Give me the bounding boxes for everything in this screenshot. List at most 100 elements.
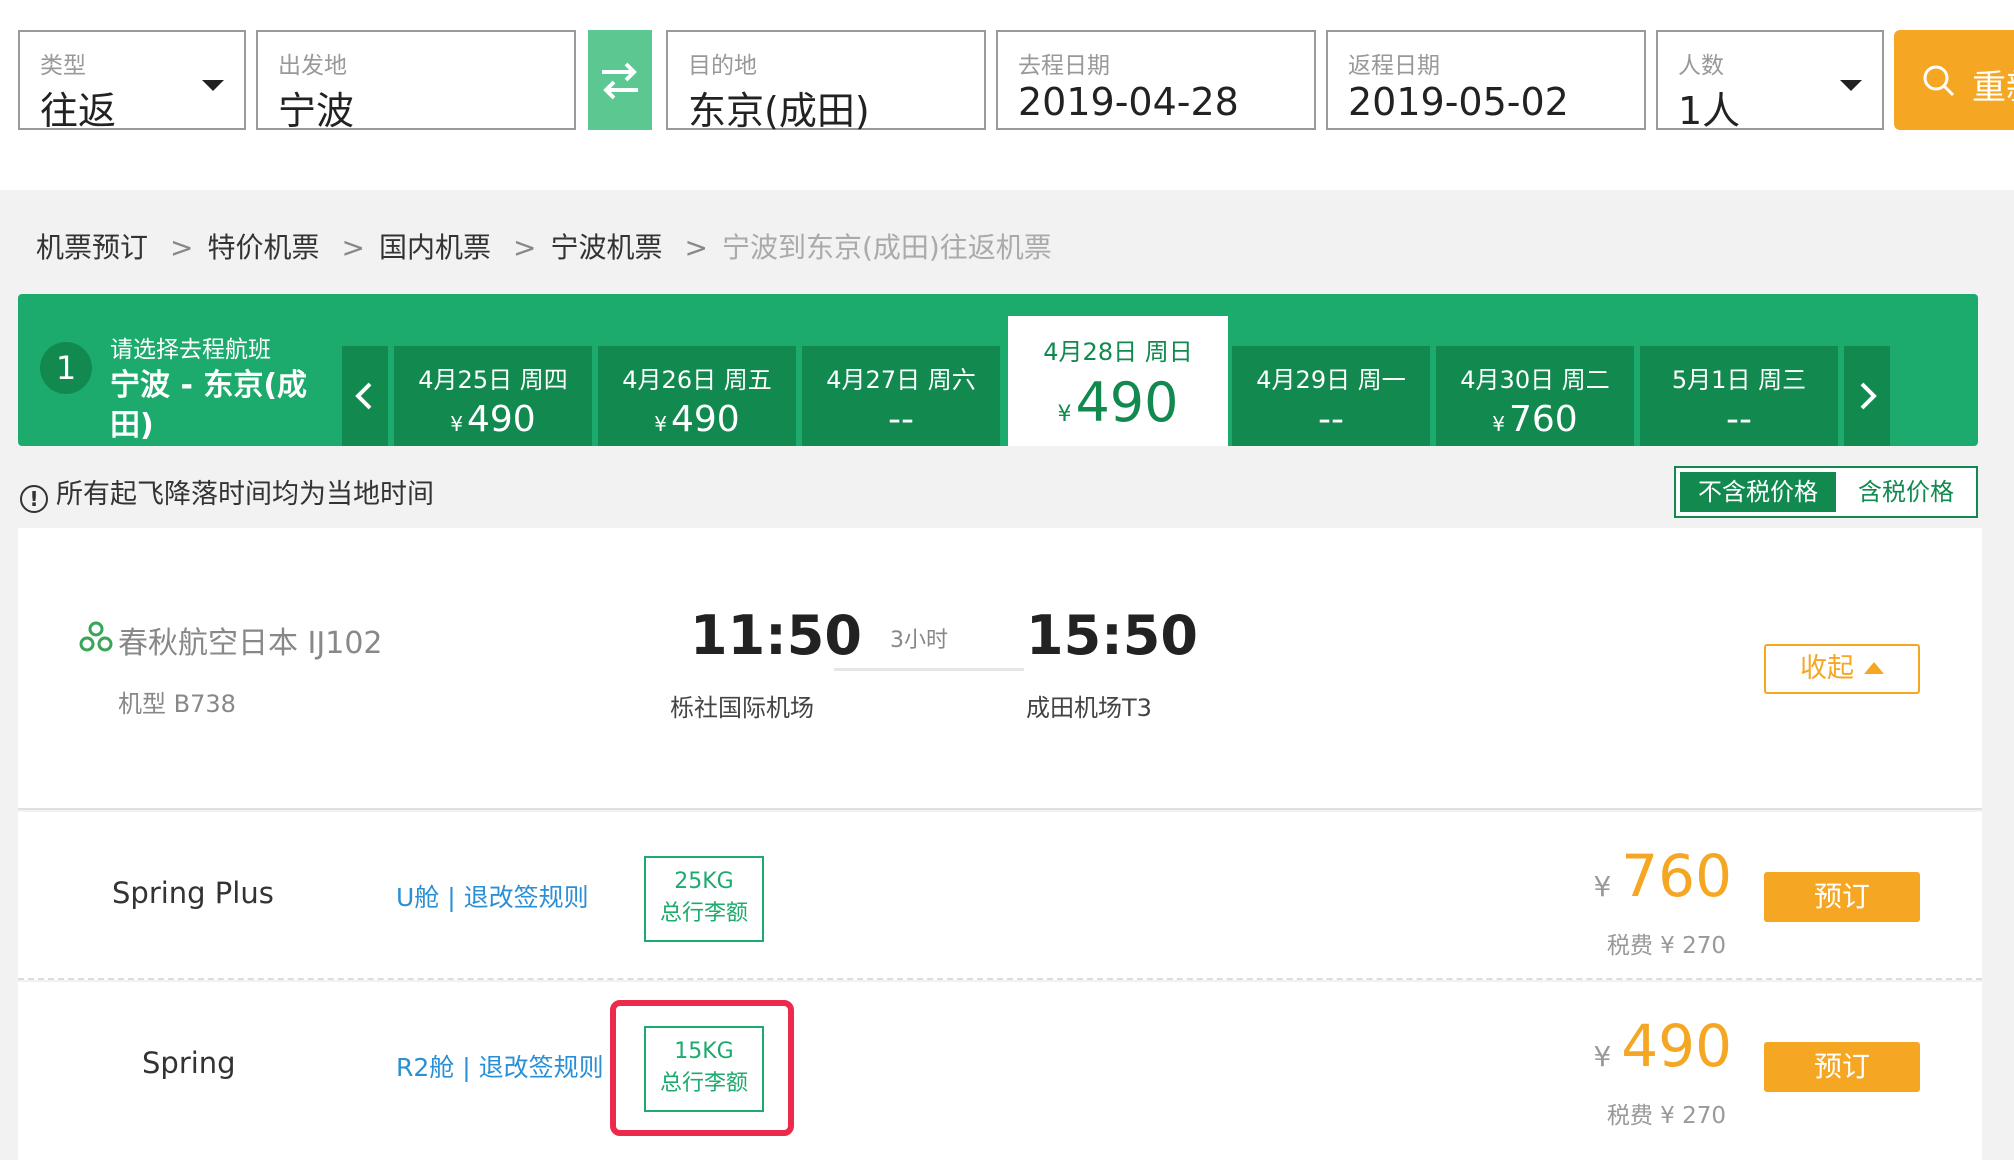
fare-price-value: 490 (1621, 1012, 1732, 1080)
origin-value: 宁波 (278, 89, 355, 133)
origin-label: 出发地 (278, 53, 347, 79)
fare-name: Spring (142, 1046, 236, 1080)
book-button[interactable]: 预订 (1764, 1042, 1920, 1092)
return-date-field[interactable]: 返程日期 2019-05-02 (1326, 30, 1646, 130)
swap-cities-button[interactable] (588, 30, 652, 130)
date-tab-price: 760 (1509, 399, 1578, 440)
flight-card: 春秋航空日本 IJ102 机型 B738 11:50 栎社国际机场 3小时 15… (18, 528, 1982, 810)
date-tab-date: 4月26日 周五 (622, 366, 772, 394)
fare-price: ¥490 (1593, 1012, 1732, 1080)
book-button[interactable]: 预订 (1764, 872, 1920, 922)
breadcrumb-current: 宁波到东京(成田)往返机票 (721, 231, 1052, 264)
passenger-value: 1人 (1678, 89, 1741, 133)
currency-symbol: ¥ (1593, 1040, 1612, 1073)
search-icon (1923, 65, 1955, 97)
next-dates-button[interactable] (1844, 346, 1890, 446)
step-number: 1 (40, 342, 92, 394)
baggage-weight: 25KG (674, 869, 734, 894)
date-tab-price: -- (1318, 399, 1344, 440)
fare-price-value: 760 (1621, 842, 1732, 910)
research-button[interactable]: 重新 (1894, 30, 2014, 130)
duration-arrow (834, 668, 1024, 671)
date-tab-0427[interactable]: 4月27日 周六 -- (802, 346, 1000, 446)
date-tab-price: -- (888, 399, 914, 440)
breadcrumb-separator: > (684, 231, 708, 264)
chevron-down-icon (1840, 80, 1862, 91)
notice-text: 所有起飞降落时间均为当地时间 (56, 479, 434, 510)
breadcrumb: 机票预订 > 特价机票 > 国内机票 > 宁波机票 > 宁波到东京(成田)往返机票 (36, 226, 1052, 266)
trip-type-value: 往返 (40, 89, 117, 133)
prev-dates-button[interactable] (342, 346, 388, 446)
date-tab-date: 4月30日 周二 (1460, 366, 1610, 394)
trip-type-select[interactable]: 类型 往返 (18, 30, 246, 133)
date-tab-date: 4月28日 周日 (1043, 338, 1193, 366)
collapse-button[interactable]: 收起 (1764, 644, 1920, 694)
flight-duration: 3小时 (890, 628, 948, 653)
date-tab-price: 490 (467, 399, 536, 440)
trip-type-label: 类型 (40, 53, 86, 79)
fare-tax: 税费 ¥ 270 (1606, 1103, 1726, 1129)
breadcrumb-item[interactable]: 宁波机票 (550, 226, 662, 266)
depart-date-field[interactable]: 去程日期 2019-04-28 (996, 30, 1316, 130)
breadcrumb-separator: > (512, 231, 537, 264)
return-date-value: 2019-05-02 (1348, 80, 1569, 124)
date-tab-0426[interactable]: 4月26日 周五 ¥490 (598, 346, 796, 446)
passenger-select[interactable]: 人数 1人 (1656, 30, 1884, 133)
departure-time: 11:50 (690, 604, 862, 667)
date-tab-date: 5月1日 周三 (1671, 366, 1807, 394)
date-selector: 1 请选择去程航班 宁波 - 东京(成田) 4月25日 周四 ¥490 4月26… (18, 294, 1978, 446)
baggage-allowance-badge: 25KG 总行李额 (644, 856, 764, 942)
route-title: 宁波 - 东京(成田) (110, 368, 308, 443)
arrival-time: 15:50 (1026, 604, 1198, 667)
tax-price-toggle: 不含税价格 含税价格 (1674, 466, 1978, 518)
aircraft-type: 机型 B738 (118, 690, 236, 718)
departure-airport: 栎社国际机场 (670, 694, 814, 722)
breadcrumb-item[interactable]: 机票预订 (36, 226, 148, 266)
currency-symbol: ¥ (1057, 402, 1072, 427)
date-tab-0428-selected[interactable]: 4月28日 周日 ¥490 (1008, 316, 1228, 446)
step-title: 请选择去程航班 (110, 337, 271, 363)
chevron-right-icon (1860, 382, 1877, 410)
origin-field[interactable]: 出发地 宁波 (256, 30, 576, 133)
destination-field[interactable]: 目的地 东京(成田) (666, 30, 986, 133)
exclude-tax-option[interactable]: 不含税价格 (1680, 472, 1836, 512)
search-bar: 类型 往返 出发地 宁波 目的地 东京(成田) 去程日期 2019-04-28 … (0, 0, 2014, 190)
chevron-down-icon (202, 80, 224, 91)
passenger-label: 人数 (1678, 53, 1724, 79)
breadcrumb-item[interactable]: 特价机票 (207, 226, 319, 266)
date-tab-0429[interactable]: 4月29日 周一 -- (1232, 346, 1430, 446)
breadcrumb-separator: > (170, 231, 194, 264)
date-tab-date: 4月25日 周四 (418, 366, 568, 394)
fare-price: ¥760 (1593, 842, 1732, 910)
breadcrumb-item[interactable]: 国内机票 (379, 226, 491, 266)
highlight-annotation (610, 1000, 794, 1136)
date-tab-0425[interactable]: 4月25日 周四 ¥490 (394, 346, 592, 446)
date-tab-price: 490 (1075, 371, 1179, 434)
arrival-airport: 成田机场T3 (1026, 694, 1152, 722)
info-icon: ! (20, 485, 48, 513)
chevron-up-icon (1864, 662, 1884, 674)
date-tab-0430[interactable]: 4月30日 周二 ¥760 (1436, 346, 1634, 446)
date-tab-price: 490 (671, 399, 740, 440)
fare-tax: 税费 ¥ 270 (1606, 933, 1726, 959)
date-tab-date: 4月29日 周一 (1256, 366, 1406, 394)
date-tab-date: 4月27日 周六 (826, 366, 976, 394)
fare-row: Spring R2舱 | 退改签规则 15KG 总行李额 ¥490 税费 ¥ 2… (18, 982, 1982, 1160)
depart-date-label: 去程日期 (1018, 53, 1110, 79)
chevron-left-icon (355, 382, 372, 410)
include-tax-option[interactable]: 含税价格 (1836, 472, 1976, 512)
destination-label: 目的地 (688, 53, 757, 79)
fare-rules-link[interactable]: R2舱 | 退改签规则 (396, 1048, 604, 1084)
breadcrumb-separator: > (341, 231, 365, 264)
swap-icon (602, 62, 638, 100)
return-date-label: 返程日期 (1348, 53, 1440, 79)
baggage-label: 总行李额 (659, 901, 748, 926)
depart-date-value: 2019-04-28 (1018, 80, 1239, 124)
collapse-button-label: 收起 (1800, 653, 1854, 684)
fare-rules-link[interactable]: U舱 | 退改签规则 (396, 878, 589, 914)
local-time-notice: ! 所有起飞降落时间均为当地时间 (20, 472, 434, 513)
date-tab-0501[interactable]: 5月1日 周三 -- (1640, 346, 1838, 446)
airline-flight-number: 春秋航空日本 IJ102 (118, 626, 383, 661)
fare-name: Spring Plus (112, 876, 274, 910)
currency-symbol: ¥ (1492, 412, 1505, 436)
